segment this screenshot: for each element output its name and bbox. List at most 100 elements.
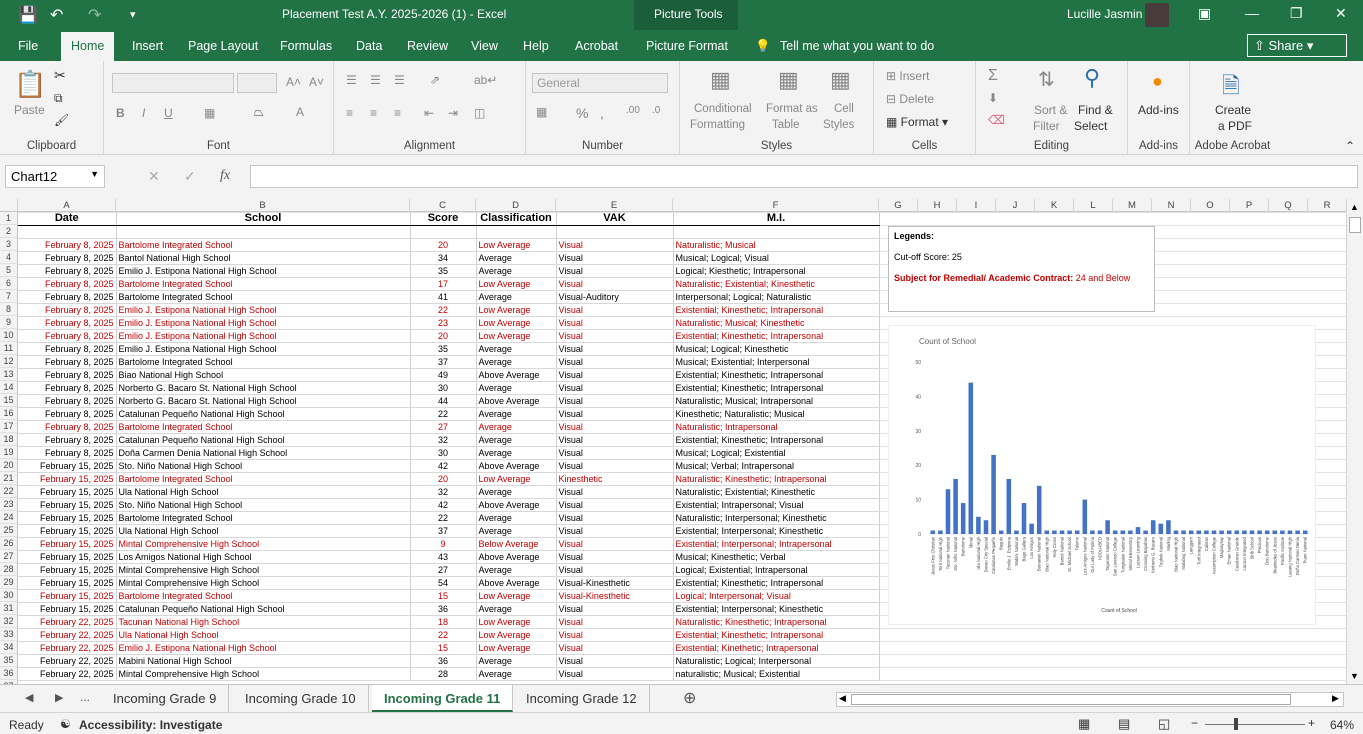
format-as-label[interactable]: Format as [766, 103, 818, 115]
scroll-left-icon[interactable]: ◀ [839, 693, 846, 704]
cell-c[interactable]: Average [476, 290, 557, 304]
find-icon[interactable]: ⚲ [1084, 65, 1100, 91]
cell-m[interactable]: Existential; Interpersonal; Kinesthetic [673, 524, 880, 538]
row-header-16[interactable]: 16 [0, 407, 17, 420]
cell-d[interactable]: February 15, 2025 [18, 498, 117, 512]
avatar[interactable] [1145, 3, 1169, 27]
cell-d[interactable]: February 8, 2025 [18, 355, 117, 369]
paste-label[interactable]: Paste [14, 103, 45, 117]
cell-sc[interactable]: 15 [410, 641, 477, 655]
grow-font-icon[interactable]: A˄ [286, 75, 301, 89]
cell-sc[interactable]: 37 [410, 355, 477, 369]
cell-s[interactable]: Ula National High School [116, 524, 411, 538]
top-align-icon[interactable]: ☰ [346, 73, 357, 87]
cell-styles-icon[interactable]: ▦ [830, 67, 851, 93]
decrease-indent-icon[interactable]: ⇤ [424, 106, 434, 120]
cell-v[interactable]: Visual [556, 329, 674, 343]
row-header-11[interactable]: 11 [0, 342, 17, 355]
cell-c[interactable]: Above Average [476, 550, 557, 564]
formatting-label[interactable]: Formatting [690, 119, 745, 131]
format-as-table-icon[interactable]: ▦ [778, 67, 799, 93]
table-label[interactable]: Table [772, 119, 800, 131]
cell-sc[interactable]: 15 [410, 589, 477, 603]
row-header-14[interactable]: 14 [0, 381, 17, 394]
cell-v[interactable]: Visual [556, 667, 674, 681]
row-header-23[interactable]: 23 [0, 498, 17, 511]
cell-sc[interactable]: 35 [410, 264, 477, 278]
cell[interactable] [410, 225, 477, 239]
insert-function-icon[interactable]: fx [220, 168, 230, 184]
conditional-formatting-label[interactable]: Conditional [694, 103, 752, 115]
cell-sc[interactable]: 43 [410, 550, 477, 564]
cell-v[interactable]: Visual-Kinesthetic [556, 589, 674, 603]
cell-d[interactable]: February 22, 2025 [18, 641, 117, 655]
cell-m[interactable]: Existential; Kinesthetic; Intrapersonal [673, 329, 880, 343]
cell-s[interactable]: Doña Carmen Denia National High School [116, 446, 411, 460]
column-header-q[interactable]: Q [1269, 199, 1308, 212]
sort-filter-icon[interactable]: ⇅ [1038, 67, 1055, 92]
header-classification[interactable]: Classification [476, 212, 557, 226]
cell-m[interactable]: Logical; Interpersonal; Visual [673, 589, 880, 603]
cell-sc[interactable]: 37 [410, 524, 477, 538]
row-header-3[interactable]: 3 [0, 238, 17, 251]
cell-sc[interactable]: 27 [410, 563, 477, 577]
cell-m[interactable]: Existential; Kinesthetic; Intrapersonal [673, 433, 880, 447]
sheet-tab-grade-10[interactable]: Incoming Grade 10 [233, 685, 369, 712]
cell-m[interactable]: Kinesthetic; Naturalistic; Musical [673, 407, 880, 421]
cell-d[interactable]: February 15, 2025 [18, 485, 117, 499]
select-all-corner[interactable] [0, 199, 18, 212]
cell-c[interactable]: Average [476, 602, 557, 616]
cell-v[interactable]: Visual [556, 563, 674, 577]
row-header-2[interactable]: 2 [0, 225, 17, 238]
cell-d[interactable]: February 8, 2025 [18, 290, 117, 304]
cell-s[interactable]: Sto. Niño National High School [116, 459, 411, 473]
cell-sc[interactable]: 54 [410, 576, 477, 590]
column-header-a[interactable]: A [18, 199, 116, 212]
cell-v[interactable]: Visual [556, 654, 674, 668]
close-icon[interactable]: ✕ [1335, 5, 1347, 22]
cell-v[interactable]: Visual [556, 498, 674, 512]
cell-c[interactable]: Average [476, 667, 557, 681]
accessibility-status[interactable]: Accessibility: Investigate [79, 718, 222, 732]
tab-data[interactable]: Data [356, 39, 382, 53]
ribbon-display-icon[interactable]: ▣ [1198, 5, 1211, 22]
autosum-icon[interactable]: Σ [988, 67, 998, 85]
cell-v[interactable]: Visual-Auditory [556, 290, 674, 304]
cell-v[interactable]: Visual [556, 394, 674, 408]
cell-d[interactable]: February 8, 2025 [18, 407, 117, 421]
cell[interactable] [476, 225, 557, 239]
cell-c[interactable]: Low Average [476, 329, 557, 343]
cell-s[interactable]: Emilio J. Estipona National High School [116, 342, 411, 356]
tab-formulas[interactable]: Formulas [280, 39, 332, 53]
cell-d[interactable]: February 8, 2025 [18, 381, 117, 395]
page-break-view-icon[interactable]: ◱ [1158, 716, 1170, 732]
cell-d[interactable]: February 15, 2025 [18, 524, 117, 538]
clear-icon[interactable]: ⌫ [988, 113, 1005, 127]
cell-m[interactable]: Naturalistic; Existential; Kinesthetic [673, 277, 880, 291]
redo-icon[interactable]: ↷ [88, 5, 101, 25]
cell-s[interactable]: Los Amigos National High School [116, 550, 411, 564]
cell-v[interactable]: Kinesthetic [556, 472, 674, 486]
cell-sc[interactable]: 20 [410, 472, 477, 486]
cell-s[interactable]: Emilio J. Estipona National High School [116, 316, 411, 330]
column-header-l[interactable]: L [1074, 199, 1113, 212]
column-header-r[interactable]: R [1308, 199, 1347, 212]
enter-icon[interactable]: ✓ [184, 168, 196, 185]
cell-m[interactable]: Existential; Intrapersonal; Visual [673, 498, 880, 512]
cut-icon[interactable]: ✂ [54, 67, 66, 84]
accounting-icon[interactable]: ▦ [536, 105, 547, 119]
sheet-tab-grade-9[interactable]: Incoming Grade 9 [101, 685, 230, 712]
cell-c[interactable]: Average [476, 342, 557, 356]
font-size-combo[interactable] [237, 73, 277, 93]
cell-m[interactable]: Naturalistic; Musical [673, 238, 880, 252]
cell-sc[interactable]: 36 [410, 602, 477, 616]
cell-m[interactable]: Musical; Verbal; Intrapersonal [673, 459, 880, 473]
cell-v[interactable]: Visual [556, 641, 674, 655]
header-mi[interactable]: M.I. [673, 212, 880, 226]
tell-me-search[interactable]: Tell me what you want to do [780, 39, 934, 53]
scroll-down-icon[interactable]: ▼ [1350, 671, 1359, 681]
cell-m[interactable]: Naturalistic; Intrapersonal [673, 420, 880, 434]
increase-decimal-icon[interactable]: .00 [626, 105, 640, 116]
align-center-icon[interactable]: ≡ [370, 106, 377, 120]
font-color-icon[interactable]: A [296, 105, 304, 119]
